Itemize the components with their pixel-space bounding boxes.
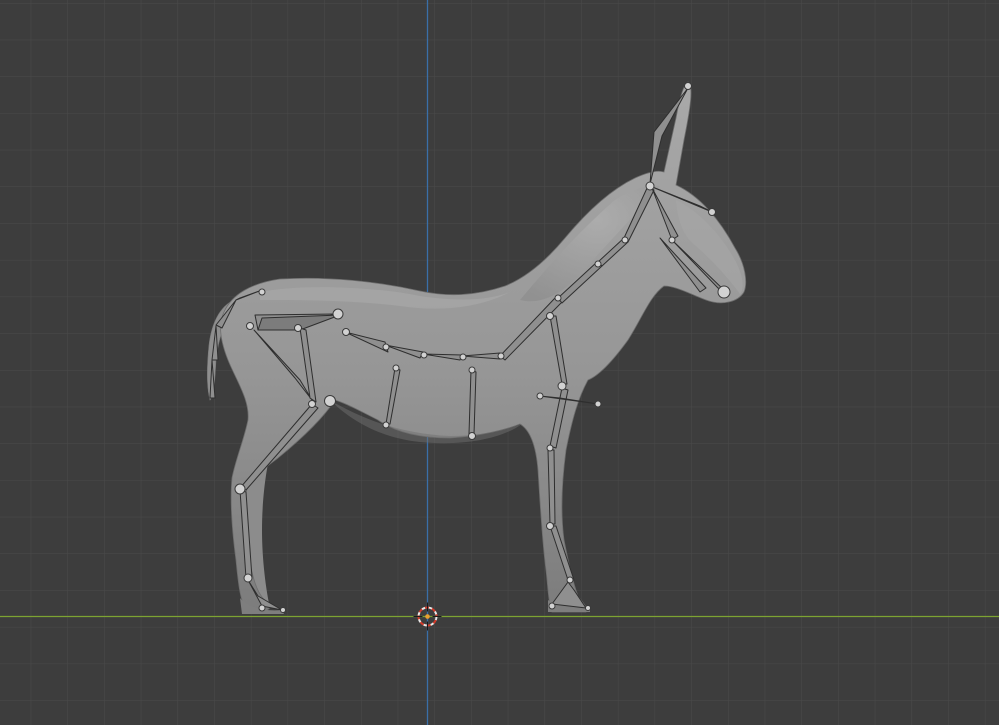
3d-viewport[interactable] — [0, 0, 999, 725]
viewport-canvas[interactable] — [0, 0, 999, 725]
